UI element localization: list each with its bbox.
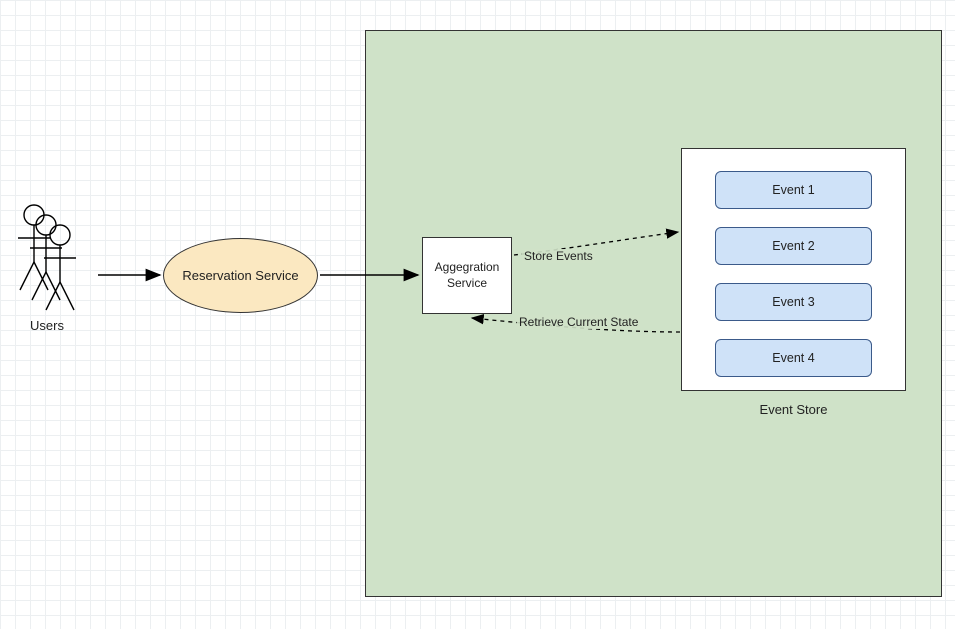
- event-pill: Event 1: [715, 171, 872, 209]
- aggregation-service-label: Aggegration Service: [427, 260, 507, 291]
- event-label: Event 4: [772, 351, 814, 365]
- event-pill: Event 2: [715, 227, 872, 265]
- users-label: Users: [30, 318, 64, 333]
- event-pill: Event 4: [715, 339, 872, 377]
- event-store-label: Event Store: [681, 402, 906, 417]
- event-label: Event 2: [772, 239, 814, 253]
- store-events-label: Store Events: [522, 249, 595, 263]
- event-store-container: Event 1 Event 2 Event 3 Event 4: [681, 148, 906, 391]
- reservation-service-node: Reservation Service: [163, 238, 318, 313]
- aggregation-service-node: Aggegration Service: [422, 237, 512, 314]
- retrieve-state-label: Retrieve Current State: [517, 315, 640, 329]
- event-pill: Event 3: [715, 283, 872, 321]
- diagram-canvas: Users Reservation Service Aggegration Se…: [0, 0, 955, 629]
- event-label: Event 3: [772, 295, 814, 309]
- event-label: Event 1: [772, 183, 814, 197]
- reservation-service-label: Reservation Service: [182, 268, 298, 283]
